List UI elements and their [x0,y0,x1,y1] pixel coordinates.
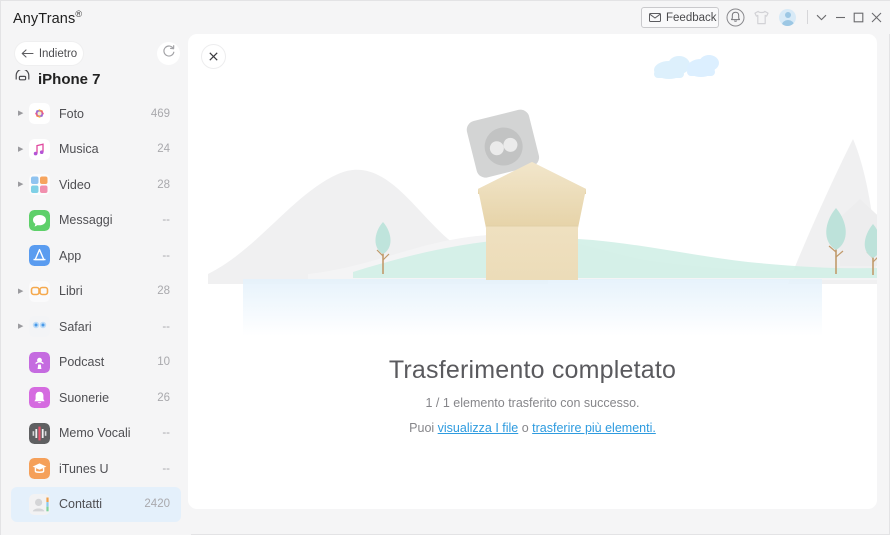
sidebar-item-count: -- [162,214,170,227]
sidebar-item-musica[interactable]: ▶ Musica 24 [11,132,181,168]
transfer-summary: 1 / 1 elemento trasferito con successo. [425,396,640,410]
device-header[interactable]: iPhone 7 [15,68,101,88]
panel-close-button[interactable] [201,44,226,69]
contacts-icon [29,493,50,515]
transfer-actions: Puoi visualizza I file o trasferire più … [188,421,877,435]
transfer-complete-illustration [188,34,877,344]
sidebar-item-count: 469 [150,107,170,120]
bell-icon[interactable] [725,7,746,28]
close-button[interactable] [868,9,885,26]
expand-arrow-icon[interactable]: ▶ [18,181,26,188]
sidebar-item-label: Messaggi [59,213,113,228]
registered-mark: ® [75,9,83,19]
sidebar-item-video[interactable]: ▶ Video 28 [11,167,181,203]
sidebar-item-label: Memo Vocali [59,426,131,441]
photos-icon [29,103,50,125]
itunesu-icon [29,458,50,480]
transfer-status-texts: Trasferimento completato 1 / 1 elemento … [188,356,877,435]
sidebar-item-label: Podcast [59,355,105,370]
page-title: Trasferimento completato [388,356,677,384]
sidebar-item-label: Musica [59,142,99,157]
sidebar-item-label: Libri [59,284,83,299]
refresh-icon [162,44,176,63]
cloud-right [687,55,719,77]
sidebar-item-label: Foto [59,106,85,121]
sidebar-item-count: 2420 [144,498,170,511]
avatar [779,9,796,26]
arrow-left-icon [21,45,34,63]
main-panel: Trasferimento completato 1 / 1 elemento … [188,34,877,509]
sidebar-item-count: -- [162,249,170,262]
music-icon [29,138,50,160]
view-files-link[interactable]: visualizza I file [438,421,519,435]
sidebar-item-count: -- [162,427,170,440]
sidebar-item-contatti[interactable]: Contatti 2420 [11,486,181,522]
back-label: Indietro [38,47,78,60]
sidebar-item-label: Contatti [59,497,103,512]
sidebar-nav-list: ▶ Foto 469 ▶ Musica 24 ▶ Video 28 Messaggi -- … [1,96,191,522]
safari-icon [29,316,50,338]
sidebar-item-label: Video [59,177,91,192]
messages-icon [29,209,50,231]
app-title-text: AnyTrans [13,10,76,27]
sidebar-item-count: 26 [157,391,170,404]
sidebar-item-podcast[interactable]: Podcast 10 [11,345,181,381]
ringtones-icon [29,387,50,409]
title-bar: AnyTrans® Feedback [1,1,890,34]
sidebar-item-label: Suonerie [59,390,110,405]
shirt-icon[interactable] [751,7,772,28]
sidebar-item-count: 10 [157,356,170,369]
sidebar-item-count: 28 [157,285,170,298]
podcast-icon [29,351,50,373]
sidebar-item-label: iTunes U [59,461,109,476]
appstore-icon [29,245,50,267]
sidebar-item-libri[interactable]: ▶ Libri 28 [11,274,181,310]
anytrans-window: AnyTrans® Feedback Indietro iPhone 7 ▶ F… [0,0,890,535]
chevron-down-icon[interactable] [813,9,830,26]
expand-arrow-icon[interactable]: ▶ [18,146,26,153]
back-button[interactable]: Indietro [15,42,83,65]
cardboard-box [478,162,586,280]
close-icon [209,48,218,66]
sidebar-item-memo-vocali[interactable]: Memo Vocali -- [11,416,181,452]
app-title: AnyTrans® [13,9,82,27]
sidebar-item-count: 24 [157,143,170,156]
sidebar-item-count: 28 [157,178,170,191]
sidebar-item-messaggi[interactable]: Messaggi -- [11,203,181,239]
expand-arrow-icon[interactable]: ▶ [18,110,26,117]
video-icon [29,174,50,196]
sidebar: Indietro iPhone 7 ▶ Foto 469 ▶ Musica 24… [1,34,191,535]
links-prefix: Puoi [409,421,438,435]
cloud-left [654,56,690,79]
expand-arrow-icon[interactable]: ▶ [18,323,26,330]
sidebar-item-count: -- [162,320,170,333]
voicememo-icon [29,422,50,444]
sidebar-item-itunes-u[interactable]: iTunes U -- [11,451,181,487]
transfer-more-link[interactable]: trasferire più elementi. [532,421,656,435]
sidebar-item-suonerie[interactable]: Suonerie 26 [11,380,181,416]
feedback-label: Feedback [666,11,717,24]
feedback-button[interactable]: Feedback [641,7,719,28]
maximize-button[interactable] [850,9,867,26]
water-plate [243,279,822,336]
books-icon [29,280,50,302]
sidebar-item-foto[interactable]: ▶ Foto 469 [11,96,181,132]
refresh-button[interactable] [157,42,180,65]
links-middle: o [518,421,533,435]
titlebar-divider [807,10,808,24]
sidebar-item-label: App [59,248,82,263]
sidebar-item-label: Safari [59,319,92,334]
device-name: iPhone 7 [38,70,101,88]
expand-arrow-icon[interactable]: ▶ [18,288,26,295]
envelope-icon [649,9,661,27]
sidebar-item-safari[interactable]: ▶ Safari -- [11,309,181,345]
minimize-button[interactable] [832,9,849,26]
avatar-icon[interactable] [777,7,798,28]
device-icon [15,68,30,88]
sidebar-item-app[interactable]: App -- [11,238,181,274]
sidebar-item-count: -- [162,462,170,475]
